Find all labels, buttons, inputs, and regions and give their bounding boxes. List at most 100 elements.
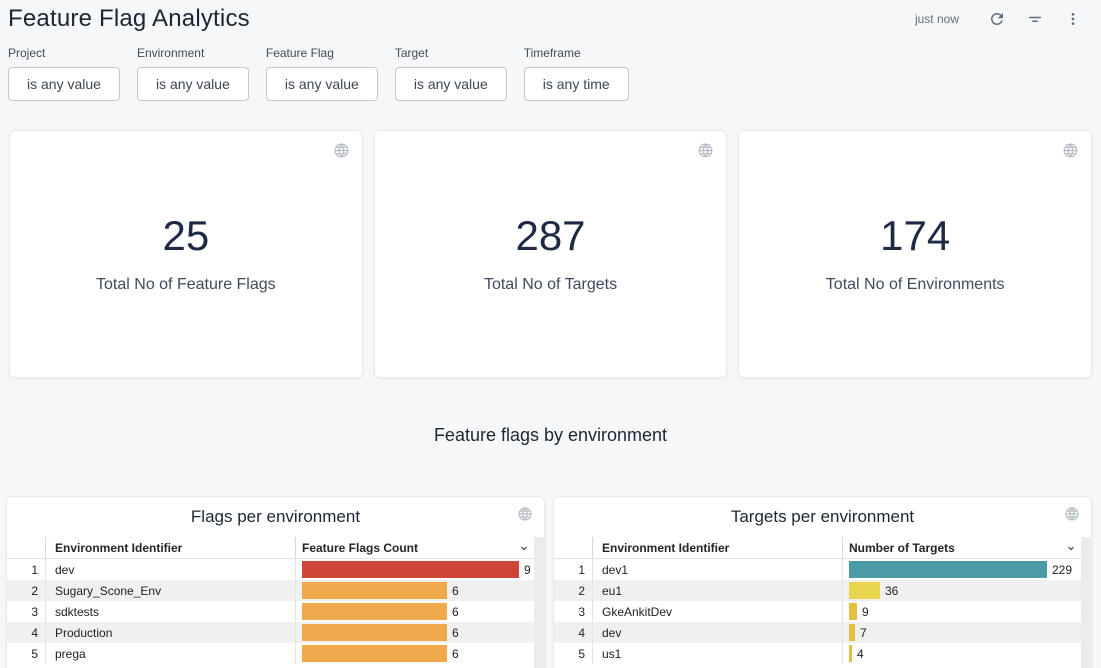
- table-row[interactable]: 1dev1 229: [554, 559, 1081, 580]
- table-row[interactable]: 3sdktests6: [7, 601, 534, 622]
- environment-identifier-cell[interactable]: dev: [592, 622, 842, 643]
- count-cell[interactable]: 9: [842, 601, 1081, 622]
- table-body: 1dev92Sugary_Scone_Env63sdktests64Produc…: [7, 559, 544, 664]
- count-cell[interactable]: 229: [842, 559, 1081, 580]
- column-header-feature-flags-count[interactable]: Feature Flags Count: [295, 537, 534, 558]
- data-table: Environment Identifier Number of Targets…: [554, 537, 1091, 664]
- count-cell[interactable]: 4: [842, 643, 1081, 664]
- value-bar: [302, 561, 519, 578]
- stat-value: 174: [880, 215, 950, 257]
- row-number: 1: [554, 563, 592, 577]
- stat-label: Total No of Environments: [826, 276, 1005, 294]
- row-number: 2: [554, 584, 592, 598]
- bar-value-label: 36: [885, 584, 898, 598]
- environment-identifier-cell[interactable]: Production: [45, 622, 295, 643]
- table-row[interactable]: 4dev7: [554, 622, 1081, 643]
- globe-icon[interactable]: [517, 506, 533, 525]
- environment-identifier-cell[interactable]: dev: [45, 559, 295, 580]
- column-header-environment-identifier[interactable]: Environment Identifier: [592, 537, 842, 558]
- dashboard-header: Feature Flag Analytics just now: [0, 0, 1101, 36]
- environment-identifier-cell[interactable]: GkeAnkitDev: [592, 601, 842, 622]
- table-body: 1dev12292eu1363GkeAnkitDev94dev75us14: [554, 559, 1091, 664]
- filter-label: Environment: [137, 46, 249, 60]
- table-row[interactable]: 3GkeAnkitDev9: [554, 601, 1081, 622]
- chevron-down-icon[interactable]: [1065, 542, 1077, 557]
- bar-value-label: 4: [857, 647, 864, 661]
- table-row[interactable]: 4Production6: [7, 622, 534, 643]
- filter-label: Feature Flag: [266, 46, 378, 60]
- table-row[interactable]: 5us1 4: [554, 643, 1081, 664]
- count-cell[interactable]: 36: [842, 580, 1081, 601]
- value-bar: [849, 582, 880, 599]
- bar-value-label: 6: [452, 605, 459, 619]
- row-number: 4: [554, 626, 592, 640]
- value-bar: [302, 624, 447, 641]
- filter-label: Project: [8, 46, 120, 60]
- count-cell[interactable]: 6: [295, 601, 534, 622]
- count-cell[interactable]: 6: [295, 643, 534, 664]
- filter-timeframe: Timeframe is any time: [524, 46, 629, 101]
- refresh-icon: [988, 10, 1006, 28]
- count-cell[interactable]: 6: [295, 622, 534, 643]
- table-header-row: Environment Identifier Number of Targets: [554, 537, 1081, 559]
- chevron-down-icon[interactable]: [518, 542, 530, 557]
- globe-icon[interactable]: [697, 142, 714, 162]
- stat-label: Total No of Feature Flags: [96, 276, 276, 294]
- environment-identifier-cell[interactable]: sdktests: [45, 601, 295, 622]
- stat-value: 287: [515, 215, 585, 257]
- table-scrollbar[interactable]: [534, 537, 544, 668]
- bar-value-label: 9: [862, 605, 869, 619]
- count-cell[interactable]: 7: [842, 622, 1081, 643]
- filter-value-button[interactable]: is any value: [8, 67, 120, 101]
- stat-label: Total No of Targets: [484, 276, 617, 294]
- filter-value-button[interactable]: is any value: [266, 67, 378, 101]
- bar-value-label: 6: [452, 626, 459, 640]
- environment-identifier-cell[interactable]: dev1: [592, 559, 842, 580]
- filter-value-button[interactable]: is any time: [524, 67, 629, 101]
- table-row[interactable]: 2Sugary_Scone_Env6: [7, 580, 534, 601]
- tile-total-feature-flags: 25 Total No of Feature Flags: [9, 130, 363, 378]
- refresh-button[interactable]: [983, 5, 1011, 33]
- filter-target: Target is any value: [395, 46, 507, 101]
- table-row[interactable]: 2eu1 36: [554, 580, 1081, 601]
- globe-icon[interactable]: [1064, 506, 1080, 525]
- value-bar: [849, 603, 857, 620]
- table-row[interactable]: 1dev9: [7, 559, 534, 580]
- value-bar: [302, 645, 447, 662]
- filter-feature-flag: Feature Flag is any value: [266, 46, 378, 101]
- chart-title: Flags per environment: [7, 497, 544, 537]
- filter-value-button[interactable]: is any value: [395, 67, 507, 101]
- row-number: 2: [7, 584, 45, 598]
- globe-icon[interactable]: [333, 142, 350, 162]
- environment-identifier-cell[interactable]: Sugary_Scone_Env: [45, 580, 295, 601]
- environment-identifier-cell[interactable]: prega: [45, 643, 295, 664]
- row-number-column-header: [7, 537, 45, 558]
- count-cell[interactable]: 9: [295, 559, 534, 580]
- environment-identifier-cell[interactable]: eu1: [592, 580, 842, 601]
- kebab-menu-icon: [1065, 11, 1081, 27]
- column-header-environment-identifier[interactable]: Environment Identifier: [45, 537, 295, 558]
- count-cell[interactable]: 6: [295, 580, 534, 601]
- section-title: Feature flags by environment: [0, 425, 1101, 446]
- filters-button[interactable]: [1021, 5, 1049, 33]
- row-number: 5: [554, 647, 592, 661]
- filter-icon: [1026, 10, 1044, 28]
- filter-environment: Environment is any value: [137, 46, 249, 101]
- tile-total-targets: 287 Total No of Targets: [374, 130, 728, 378]
- filter-label: Timeframe: [524, 46, 629, 60]
- environment-identifier-cell[interactable]: us1: [592, 643, 842, 664]
- table-header-row: Environment Identifier Feature Flags Cou…: [7, 537, 534, 559]
- tables-row: Flags per environment Environment Identi…: [0, 496, 1101, 668]
- page-title: Feature Flag Analytics: [8, 5, 250, 33]
- bar-value-label: 229: [1052, 563, 1072, 577]
- stat-value: 25: [162, 215, 209, 257]
- tile-total-environments: 174 Total No of Environments: [738, 130, 1092, 378]
- row-number: 1: [7, 563, 45, 577]
- dashboard-menu-button[interactable]: [1059, 5, 1087, 33]
- table-row[interactable]: 5prega6: [7, 643, 534, 664]
- filter-value-button[interactable]: is any value: [137, 67, 249, 101]
- stat-tiles-row: 25 Total No of Feature Flags 287 Total N…: [0, 101, 1101, 378]
- column-header-number-of-targets[interactable]: Number of Targets: [842, 537, 1081, 558]
- table-scrollbar[interactable]: [1081, 537, 1091, 668]
- globe-icon[interactable]: [1062, 142, 1079, 162]
